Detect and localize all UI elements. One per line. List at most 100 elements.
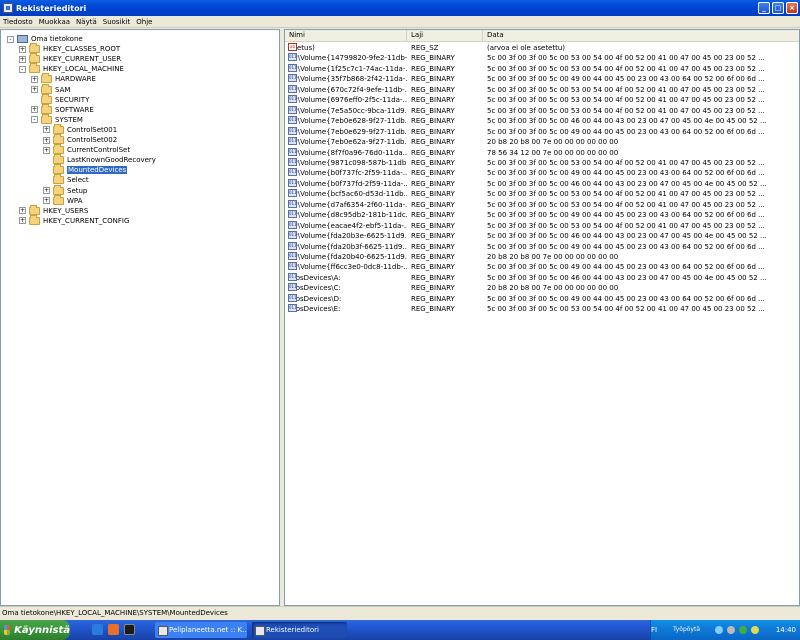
menu-view[interactable]: Näytä [76,18,97,26]
tree-node[interactable]: HARDWARE [41,73,96,84]
value-row[interactable]: 011 \??\Volume{8f7f0a96-76d0-11da... REG_B… [285,147,799,158]
value-name: \??\Volume{7eb0e628-9f27-11db... [288,117,407,126]
value-row[interactable]: 011 \??\Volume{670c72f4-9efe-11db-... REG_… [285,84,799,95]
value-row[interactable]: 011 \??\Volume{d8c95db2-181b-11dc... REG_B… [285,210,799,220]
tree-node[interactable]: ControlSet002 [53,134,117,145]
binary-value-icon: 011 [288,53,297,62]
quicklaunch-ie-icon[interactable] [92,624,103,635]
language-indicator[interactable]: FI [651,626,657,634]
value-data: 5c 00 3f 00 3f 00 5c 00 49 00 44 00 45 0… [487,294,765,303]
value-row[interactable]: ab (oletus) REG_SZ (arvoa ei ole asetettu) [285,43,799,53]
minimize-button[interactable]: _ [758,2,770,14]
value-row[interactable]: 011 \??\Volume{7eb0e62a-9f27-11db... REG_B… [285,137,799,147]
value-name-cell: 011 \??\Volume{9871c098-587b-11db... [288,157,407,168]
tree-node[interactable]: Oma tietokone [17,34,83,44]
tree-node[interactable]: HKEY_CURRENT_CONFIG [29,214,129,226]
collapse-button[interactable]: - [31,116,38,124]
tree-node[interactable]: CurrentControlSet [53,144,130,155]
tree-node[interactable]: WPA [53,194,82,206]
quicklaunch-cmd-icon[interactable] [124,624,135,635]
expand-button[interactable]: + [43,136,50,144]
expand-button[interactable]: + [19,55,26,63]
expand-button[interactable]: + [31,86,38,93]
close-button[interactable]: × [786,2,798,14]
value-row[interactable]: 011 \??\Volume{fda20b3e-6625-11d9... REG_B… [285,231,799,241]
value-type: REG_BINARY [411,242,455,251]
expand-button[interactable]: + [31,75,38,83]
regedit-app-icon[interactable] [3,3,13,13]
column-header-type[interactable]: Laji [407,30,483,42]
value-row[interactable]: 011 \??\Volume{14799820-9fe2-11db-... REG_… [285,53,799,63]
key-tree-pane[interactable]: - Oma tietokone + HKEY_CLASSES_ROOT + HKEY_CU… [0,29,280,606]
expand-button[interactable]: + [19,207,26,215]
menu-favorites[interactable]: Suosikit [103,18,131,26]
desktop-toolbar-label[interactable]: Työpöytä [673,626,700,633]
tree-node[interactable]: ControlSet001 [53,123,117,135]
tree-node[interactable]: MountedDevices [53,164,128,175]
folder-icon [41,73,52,84]
menu-edit[interactable]: Muokkaa [39,18,70,26]
value-row[interactable]: 011 \??\Volume{9871c098-587b-11db... REG_B… [285,157,799,168]
value-type: REG_BINARY [411,75,455,84]
folder-icon [53,134,64,144]
taskbar: Käynnistä Peliplaneetta.net :: K... Reki… [0,620,800,640]
expand-button[interactable]: + [43,187,50,194]
tray-icon-2[interactable] [727,626,735,634]
expand-button[interactable]: + [19,217,26,225]
collapse-button[interactable]: - [19,65,26,73]
value-row[interactable]: 011 \??\Volume{7e5a50cc-9bca-11d9... REG_B… [285,105,799,116]
quicklaunch-firefox-icon[interactable] [108,624,119,635]
task-peliplaneetta[interactable]: Peliplaneetta.net :: K... [155,622,247,638]
column-header-name[interactable]: Nimi [285,30,407,42]
value-row[interactable]: 011 \??\Volume{1f25c7c1-74ac-11da-... REG_… [285,63,799,74]
binary-value-icon: 011 [288,137,297,146]
value-row[interactable]: 011 \DosDevices\C: REG_BINARY 20 b8 20 b8 0… [285,283,799,293]
value-list-pane[interactable]: Nimi Laji Data ab (oletus) REG_SZ (arvoa ei… [284,29,800,606]
maximize-button[interactable]: □ [772,2,784,14]
tree-node-label: HKEY_CURRENT_USER [43,55,122,64]
value-row[interactable]: 011 \??\Volume{7eb0e629-9f27-11db... REG_B… [285,126,799,137]
column-header-data[interactable]: Data [483,30,799,42]
value-row[interactable]: 011 \??\Volume{b0f737fc-2f59-11da-... REG_… [285,168,799,178]
value-type: REG_BINARY [411,148,455,157]
folder-icon [41,93,52,104]
value-name-cell: 011 \??\Volume{14799820-9fe2-11db-... [288,53,407,63]
value-name-cell: 011 \??\Volume{35f7b868-2f42-11da-... [288,74,407,84]
value-row[interactable]: 011 \??\Volume{fda20b3f-6625-11d9... REG_B… [285,241,799,252]
value-row[interactable]: 011 \??\Volume{d7af6354-2f60-11da-... REG_… [285,199,799,210]
start-button[interactable]: Käynnistä [0,620,70,640]
title-bar[interactable]: Rekisterieditori _ □ × [0,0,800,16]
value-name-cell: 011 \??\Volume{7eb0e629-9f27-11db... [288,126,407,137]
value-row[interactable]: 011 \??\Volume{6976eff0-2f5c-11da-... REG_… [285,95,799,105]
value-name: \??\Volume{14799820-9fe2-11db-... [288,54,407,63]
value-row[interactable]: 011 \??\Volume{b0f737fd-2f59-11da-... REG_… [285,178,799,189]
expand-button[interactable]: + [43,197,50,205]
menu-file[interactable]: Tiedosto [3,18,33,26]
tray-icon-4[interactable] [751,626,759,634]
tree-node[interactable]: LastKnownGoodRecovery [53,154,156,165]
expand-button[interactable]: + [43,126,50,134]
value-data: 5c 00 3f 00 3f 00 5c 00 53 00 54 00 4f 0… [487,64,765,73]
value-row[interactable]: 011 \??\Volume{fda20b40-6625-11d9... REG_B… [285,252,799,262]
task-regedit[interactable]: Rekisterieditori [252,622,347,638]
tree-node[interactable]: HKEY_USERS [29,204,88,216]
value-row[interactable]: 011 \??\Volume{eacae4f2-ebf5-11da-... REG_… [285,220,799,231]
value-row[interactable]: 011 \DosDevices\D: REG_BINARY 5c 00 3f 00 3… [285,293,799,304]
value-row[interactable]: 011 \DosDevices\A: REG_BINARY 5c 00 3f 00 3… [285,272,799,283]
value-row[interactable]: 011 \??\Volume{bcf5ac60-d53d-11db... REG_B… [285,189,799,199]
value-row[interactable]: 011 \??\Volume{ff6cc3e0-0dc8-11db-... REG_… [285,262,799,272]
tree-node[interactable]: SYSTEM [41,113,83,125]
collapse-button[interactable]: - [7,35,14,43]
tree-node[interactable]: HKEY_CURRENT_USER [29,53,122,64]
expand-button[interactable]: + [19,45,26,53]
expand-button[interactable]: + [31,106,38,114]
tray-icon-1[interactable] [715,626,723,634]
value-row[interactable]: 011 \DosDevices\E: REG_BINARY 5c 00 3f 00 3… [285,304,799,314]
expand-button[interactable]: + [43,146,50,154]
value-row[interactable]: 011 \??\Volume{35f7b868-2f42-11da-... REG_… [285,74,799,84]
value-row[interactable]: 011 \??\Volume{7eb0e628-9f27-11db... REG_B… [285,116,799,126]
windows-flag-icon [4,625,11,635]
menu-help[interactable]: Ohje [136,18,152,26]
tree-node[interactable]: HKEY_CLASSES_ROOT [29,43,120,54]
tray-icon-3[interactable] [739,626,747,634]
